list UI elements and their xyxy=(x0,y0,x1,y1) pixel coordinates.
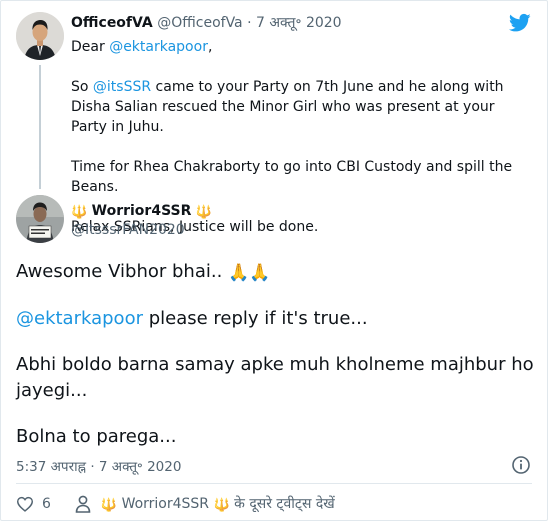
like-count[interactable]: 6 xyxy=(42,496,51,512)
heart-icon[interactable] xyxy=(16,496,34,512)
quoted-tweet-date[interactable]: 7 अक्तू॰ 2020 xyxy=(256,15,342,31)
para1-prefix: So xyxy=(71,79,89,95)
meta-separator: · xyxy=(90,459,95,475)
folded-hands-emoji: 🙏🙏 xyxy=(228,263,271,283)
mention-link[interactable]: @ektarkapoor xyxy=(109,39,208,55)
main-line-1: Awesome Vibhor bhai.. 🙏🙏 xyxy=(16,259,536,286)
greeting-word: Dear xyxy=(71,39,105,55)
quoted-author-avatar[interactable] xyxy=(16,12,64,60)
mention-link[interactable]: @ektarkapoor xyxy=(16,308,143,329)
info-icon[interactable] xyxy=(511,455,531,475)
see-more-tweets-link[interactable]: 🔱 Worrior4SSR 🔱 के दूसरे ट्वीट्स देखें xyxy=(101,494,335,513)
main-line-3: Abhi boldo barna samay apke muh kholneme… xyxy=(16,354,534,401)
divider xyxy=(16,483,532,484)
thread-connector-line xyxy=(39,65,41,189)
quoted-author-name[interactable]: OfficeofVA xyxy=(71,15,153,31)
tweet-actions: 6 🔱 Worrior4SSR 🔱 के दूसरे ट्वीट्स देखें xyxy=(16,494,335,513)
quoted-paragraph-1: So @itsSSR came to your Party on 7th Jun… xyxy=(71,77,531,137)
line1-text: Awesome Vibhor bhai.. xyxy=(16,261,223,282)
tweet-date[interactable]: 7 अक्तू॰ 2020 xyxy=(99,459,182,475)
greeting-punctuation: , xyxy=(207,39,213,55)
header-separator: · xyxy=(247,15,252,31)
quoted-tweet-header: OfficeofVA @OfficeofVa · 7 अक्तू॰ 2020 xyxy=(71,13,342,32)
main-tweet-header: 🔱 Worrior4SSR 🔱 @ItsssrFAN2020 xyxy=(71,203,212,238)
trident-emoji: 🔱 xyxy=(71,205,88,220)
main-author-handle[interactable]: @ItsssrFAN2020 xyxy=(71,222,212,238)
mention-link[interactable]: @itsSSR xyxy=(93,79,151,95)
line2-text: please reply if it's true... xyxy=(148,308,368,329)
twitter-bird-icon[interactable] xyxy=(508,13,531,33)
trident-emoji: 🔱 xyxy=(100,498,118,513)
more-from-name[interactable]: Worrior4SSR xyxy=(122,496,209,512)
main-author-avatar[interactable] xyxy=(16,195,64,243)
main-tweet-text: Awesome Vibhor bhai.. 🙏🙏 @ektarkapoor pl… xyxy=(16,259,536,450)
quoted-paragraph-2: Time for Rhea Chakraborty to go into CBI… xyxy=(71,159,513,195)
tweet-timestamp[interactable]: 5:37 अपराह्न · 7 अक्तू॰ 2020 xyxy=(16,457,181,475)
main-author-name[interactable]: Worrior4SSR xyxy=(92,203,192,219)
trident-emoji: 🔱 xyxy=(213,498,230,513)
quoted-greeting: Dear @ektarkapoor, xyxy=(71,37,531,57)
more-from-suffix[interactable]: के दूसरे ट्वीट्स देखें xyxy=(234,496,335,512)
main-line-4: Bolna to parega... xyxy=(16,426,177,447)
quoted-author-handle[interactable]: @OfficeofVa xyxy=(157,15,242,31)
tweet-embed-card: OfficeofVA @OfficeofVa · 7 अक्तू॰ 2020 D… xyxy=(0,0,548,521)
tweet-time[interactable]: 5:37 अपराह्न xyxy=(16,459,86,475)
person-icon[interactable] xyxy=(75,495,91,513)
trident-emoji: 🔱 xyxy=(195,205,213,220)
main-line-2: @ektarkapoor please reply if it's true..… xyxy=(16,306,536,332)
